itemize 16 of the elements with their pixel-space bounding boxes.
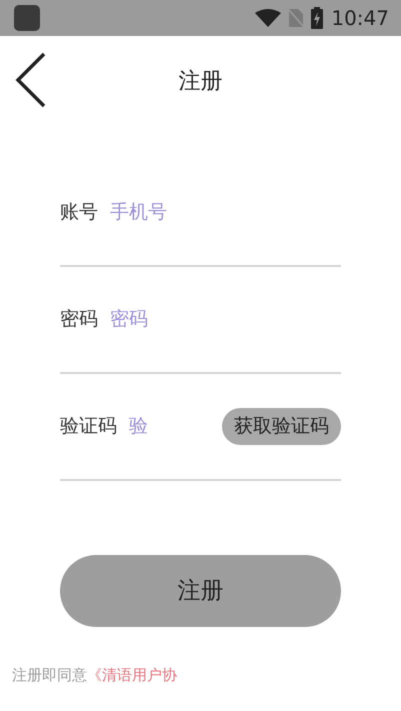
wifi-icon [255, 9, 282, 27]
app-icon [14, 5, 40, 31]
field-label: 账号 [60, 200, 98, 226]
page-title: 注册 [178, 68, 222, 96]
status-time: 10:47 [331, 5, 389, 32]
input-field[interactable]: 验 [129, 412, 163, 441]
no-sim-icon [289, 9, 304, 27]
get-code-button[interactable]: 获取验证码 [222, 408, 341, 445]
register-button[interactable]: 注册 [60, 555, 341, 627]
input-field[interactable]: 密码 [110, 305, 341, 334]
battery-charging-icon [311, 7, 324, 29]
input-field[interactable]: 手机号 [110, 198, 341, 227]
agreement-text: 注册即同意 [12, 666, 87, 684]
field-label: 验证码 [60, 414, 117, 440]
field-label: 密码 [60, 307, 98, 332]
back-icon[interactable] [14, 52, 46, 108]
